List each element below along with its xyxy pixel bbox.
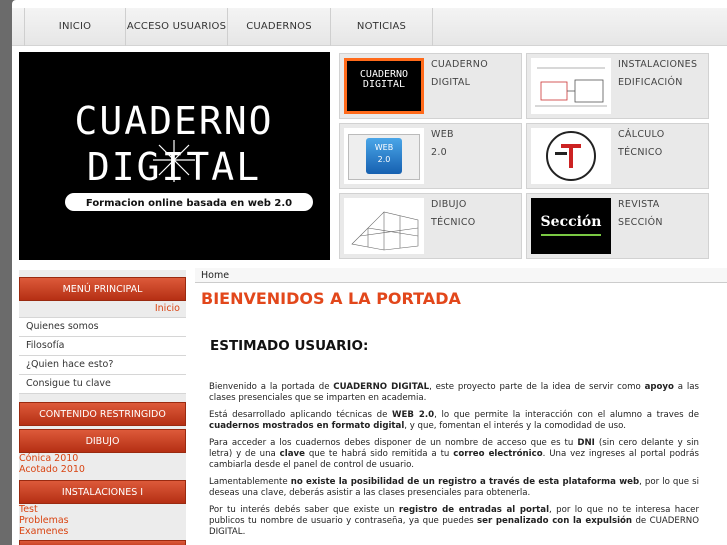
sidebar-item-filosofia[interactable]: Filosofía [19, 337, 186, 356]
sidebar-item-consigue-clave[interactable]: Consigue tu clave [19, 375, 186, 394]
tile-revista-seccion[interactable]: Sección REVISTA SECCIÓN [526, 193, 709, 259]
menu-principal-header: MENÚ PRINCIPAL [19, 277, 186, 301]
tile-calculo-tecnico[interactable]: CÁLCULO TÉCNICO [526, 123, 709, 189]
sidebar-next-header [19, 540, 186, 545]
tile-label-1: CÁLCULO [618, 129, 665, 140]
sidebar: MENÚ PRINCIPAL Inicio Quienes somos Filo… [19, 270, 186, 545]
paragraph-2: Está desarrollado aplicando técnicas de … [209, 410, 700, 431]
page-title: BIENVENIDOS A LA PORTADA [201, 289, 461, 308]
tile-label-1: INSTALACIONES [618, 59, 698, 70]
dibujo-header: DIBUJO [19, 429, 186, 453]
main-content: Home BIENVENIDOS A LA PORTADA ESTIMADO U… [195, 268, 727, 545]
nav-cuadernos[interactable]: CUADERNOS [227, 8, 330, 46]
nav-noticias[interactable]: NOTICIAS [330, 8, 433, 46]
tile-label-2: EDIFICACIÓN [618, 77, 683, 88]
sidebar-item-quien-hace[interactable]: ¿Quien hace esto? [19, 356, 186, 375]
dibujo-thumb [344, 198, 424, 254]
top-navigation: INICIO ACCESO USUARIOS CUADERNOS NOTICIA… [12, 8, 727, 46]
article-body: Bienvenido a la portada de CUADERNO DIGI… [209, 382, 699, 544]
schematic-icon [535, 67, 607, 107]
tile-label-2: SECCIÓN [618, 217, 663, 228]
paragraph-4: Lamentablemente no existe la posibilidad… [209, 477, 700, 498]
wireframe-icon [351, 211, 419, 251]
hero-banner[interactable]: CUADERNO DIGITAL Formacion online basada… [19, 52, 330, 260]
tile-label-1: DIBUJO [431, 199, 467, 210]
sidebar-link-acotado[interactable]: Acotado 2010 [19, 464, 186, 475]
sidebar-link-problemas[interactable]: Problemas [19, 515, 186, 526]
sidebar-link-conica[interactable]: Cónica 2010 [19, 453, 186, 464]
sidebar-link-inicio[interactable]: Inicio [19, 301, 186, 317]
calculo-logo-icon [546, 131, 596, 181]
paragraph-3: Para acceder a los cuadernos debes dispo… [209, 438, 699, 470]
section-subtitle: ESTIMADO USUARIO: [210, 338, 369, 354]
hero-logo: CUADERNO DIGITAL Formacion online basada… [19, 52, 330, 260]
instalaciones-thumb [531, 58, 611, 114]
revista-thumb: Sección [531, 198, 611, 254]
tile-label-2: TÉCNICO [618, 147, 663, 158]
contenido-restringido-header: CONTENIDO RESTRINGIDO [19, 402, 186, 426]
tile-label-2: 2.0 [431, 147, 448, 158]
tile-cuaderno-digital[interactable]: CUADERNO DIGITAL CUADERNO DIGITAL [339, 53, 522, 119]
page-frame: INICIO ACCESO USUARIOS CUADERNOS NOTICIA… [12, 0, 727, 545]
sidebar-link-examenes[interactable]: Examenes [19, 526, 186, 537]
paragraph-5: Por tu interés debés saber que existe un… [209, 505, 699, 537]
tile-label-1: WEB [431, 129, 454, 140]
tile-instalaciones-edificacion[interactable]: INSTALACIONES EDIFICACIÓN [526, 53, 709, 119]
cuaderno-digital-thumb: CUADERNO DIGITAL [344, 58, 424, 114]
sidebar-item-quienes-somos[interactable]: Quienes somos [19, 318, 186, 337]
nav-inicio[interactable]: INICIO [24, 8, 125, 46]
tile-label-2: TÉCNICO [431, 217, 476, 228]
calculo-thumb [531, 128, 611, 184]
nav-acceso-usuarios[interactable]: ACCESO USUARIOS [125, 8, 227, 46]
instalaciones-header: INSTALACIONES I [19, 480, 186, 504]
breadcrumb[interactable]: Home [195, 268, 727, 283]
tile-dibujo-tecnico[interactable]: DIBUJO TÉCNICO [339, 193, 522, 259]
hero-line1: CUADERNO [74, 99, 273, 143]
tile-web-20[interactable]: WEB 2.0 WEB 2.0 [339, 123, 522, 189]
tile-label-1: CUADERNO [431, 59, 488, 70]
hero-tagline: Formacion online basada en web 2.0 [86, 198, 292, 209]
sidebar-link-test[interactable]: Test [19, 504, 186, 515]
tile-label-2: DIGITAL [431, 77, 471, 88]
web20-thumb: WEB 2.0 [344, 128, 424, 184]
paragraph-1: Bienvenido a la portada de CUADERNO DIGI… [209, 382, 699, 403]
tile-label-1: REVISTA [618, 199, 660, 210]
